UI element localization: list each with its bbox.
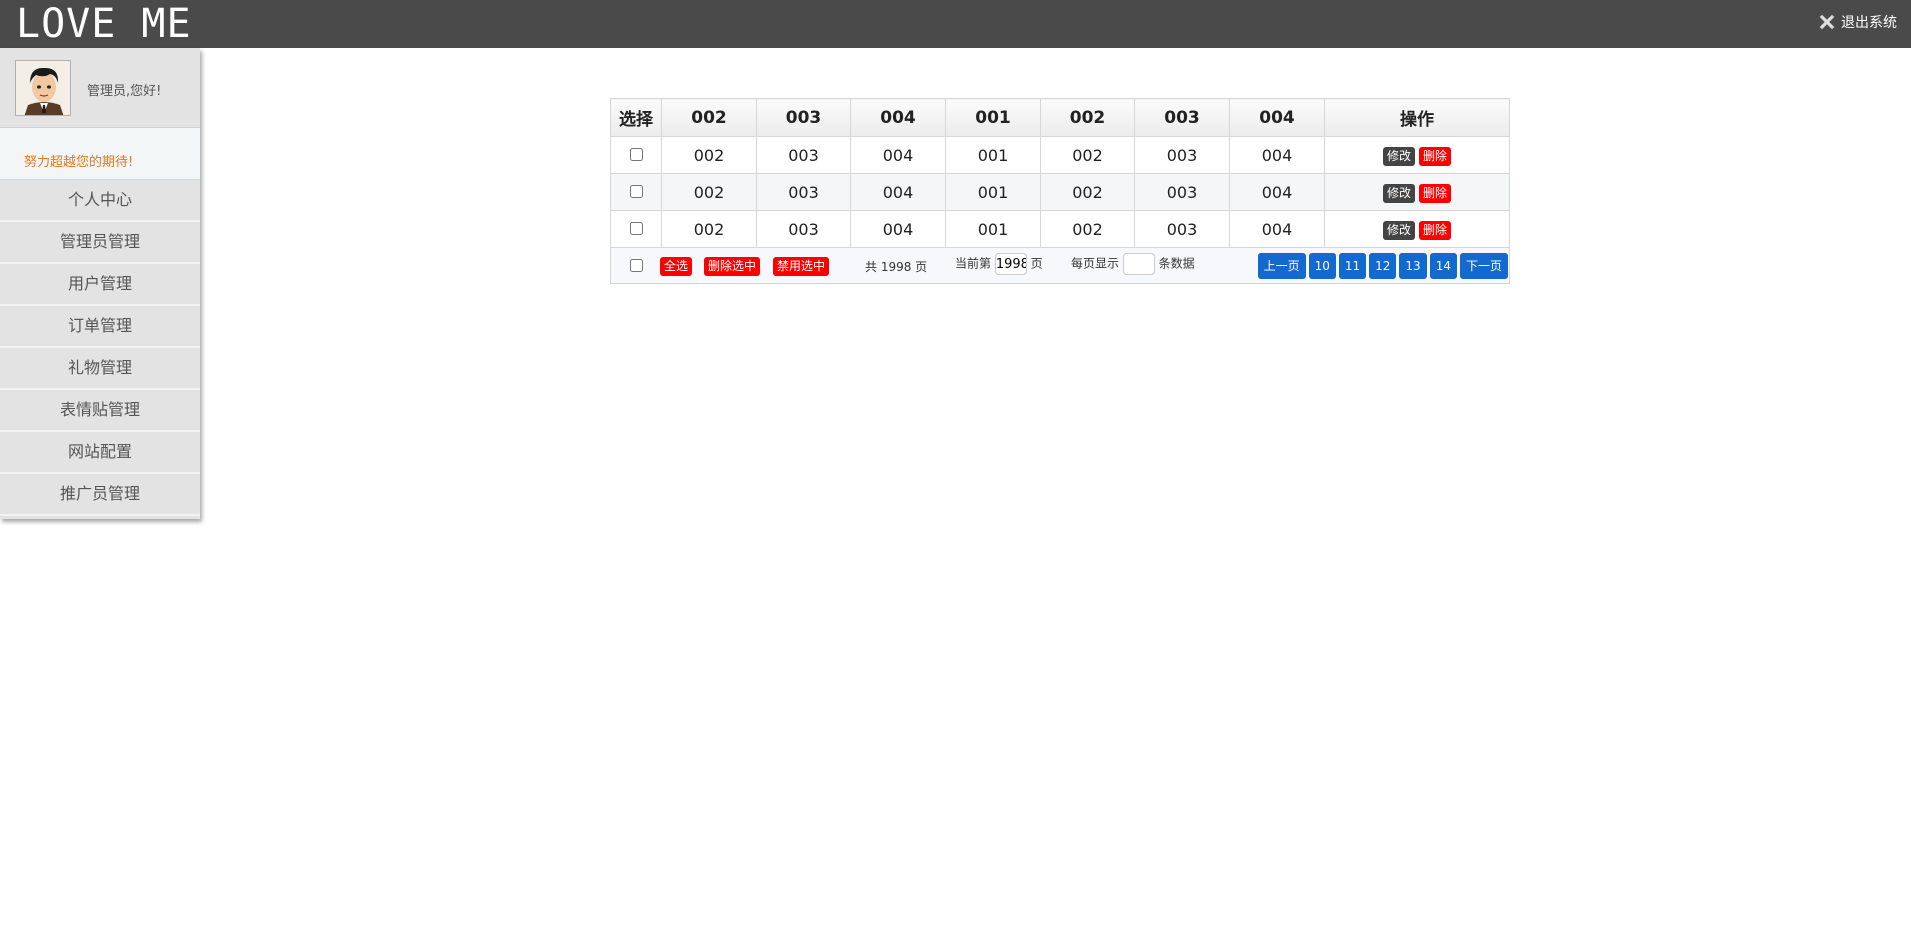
per-page-group: 每页显示 条数据	[1071, 253, 1195, 275]
row-select-cell	[610, 210, 662, 248]
row-checkbox[interactable]	[629, 184, 643, 198]
table-cell: 003	[1134, 173, 1230, 211]
page-button[interactable]: 13	[1399, 253, 1427, 279]
sidebar-item-admin-management[interactable]: 管理员管理	[0, 222, 200, 264]
data-table-panel: 选择 002 003 004 001 002 003 004 操作 002 00…	[610, 98, 1510, 284]
table-cell: 004	[1229, 136, 1325, 174]
total-pages-text: 共 1998 页	[865, 260, 928, 274]
delete-button[interactable]: 删除	[1419, 183, 1452, 203]
sidebar: 管理员,您好! 努力超越您的期待! 个人中心 管理员管理 用户管理 订单管理 礼…	[0, 48, 200, 519]
sidebar-item-personal-center[interactable]: 个人中心	[0, 180, 200, 222]
edit-button[interactable]: 修改	[1382, 146, 1415, 166]
sidebar-item-order-management[interactable]: 订单管理	[0, 306, 200, 348]
delete-selected-button[interactable]: 删除选中	[704, 257, 761, 276]
profile-panel: 管理员,您好!	[0, 48, 200, 128]
table-footer: 全选 删除选中 禁用选中 共 1998 页 当前第 页 每页显示 条数据 上一页…	[610, 248, 1510, 284]
page-button[interactable]: 11	[1338, 253, 1367, 279]
row-actions-cell: 修改 删除	[1324, 173, 1510, 211]
column-header: 003	[756, 98, 851, 137]
user-avatar-icon	[16, 61, 70, 115]
table-cell: 001	[945, 210, 1041, 248]
row-select-cell	[610, 173, 662, 211]
row-checkbox[interactable]	[629, 147, 643, 161]
pagination: 上一页 10 11 12 13 14 下一页	[1257, 253, 1508, 279]
data-table: 选择 002 003 004 001 002 003 004 操作 002 00…	[610, 98, 1510, 248]
logout-label: 退出系统	[1841, 15, 1897, 31]
table-cell: 004	[850, 210, 946, 248]
table-cell: 003	[756, 173, 851, 211]
table-cell: 003	[756, 210, 851, 248]
table-header-row: 选择 002 003 004 001 002 003 004 操作	[610, 98, 1510, 137]
table-row: 002 003 004 001 002 003 004 修改 删除	[610, 173, 1510, 211]
table-cell: 002	[1040, 136, 1135, 174]
table-cell: 002	[661, 136, 757, 174]
motto-panel: 努力超越您的期待!	[0, 128, 200, 180]
next-page-button[interactable]: 下一页	[1459, 253, 1508, 279]
per-page-prefix: 每页显示	[1071, 256, 1120, 271]
sidebar-item-promoter-management[interactable]: 推广员管理	[0, 474, 200, 516]
table-cell: 004	[1229, 173, 1325, 211]
prev-page-button[interactable]: 上一页	[1257, 253, 1306, 279]
column-header: 002	[1040, 98, 1135, 137]
table-cell: 004	[850, 173, 946, 211]
motto-text: 努力超越您的期待!	[24, 155, 134, 170]
sidebar-item-user-management[interactable]: 用户管理	[0, 264, 200, 306]
close-icon	[1819, 14, 1835, 30]
table-cell: 002	[661, 210, 757, 248]
disable-selected-button[interactable]: 禁用选中	[773, 257, 830, 276]
per-page-input[interactable]	[1122, 253, 1155, 275]
app-logo: LOVE ME	[16, 1, 192, 47]
avatar[interactable]	[15, 60, 71, 116]
page-button[interactable]: 10	[1308, 253, 1336, 279]
greeting-text: 管理员,您好!	[87, 84, 162, 99]
current-page-suffix: 页	[1030, 256, 1043, 271]
delete-button[interactable]: 删除	[1419, 220, 1452, 240]
table-cell: 004	[850, 136, 946, 174]
logout-button[interactable]: 退出系统	[1817, 12, 1897, 32]
top-bar: LOVE ME 退出系统	[0, 0, 1911, 48]
table-cell: 001	[945, 173, 1041, 211]
row-actions-cell: 修改 删除	[1324, 210, 1510, 248]
table-cell: 004	[1229, 210, 1325, 248]
row-select-cell	[610, 136, 662, 174]
sidebar-item-gift-management[interactable]: 礼物管理	[0, 348, 200, 390]
page-button[interactable]: 12	[1369, 253, 1397, 279]
per-page-suffix: 条数据	[1158, 256, 1195, 271]
current-page-input[interactable]	[994, 253, 1027, 275]
delete-button[interactable]: 删除	[1419, 146, 1452, 166]
row-actions-cell: 修改 删除	[1324, 136, 1510, 174]
column-header: 004	[1229, 98, 1325, 137]
table-cell: 003	[1134, 210, 1230, 248]
edit-button[interactable]: 修改	[1382, 220, 1415, 240]
current-page-prefix: 当前第	[955, 256, 992, 271]
table-cell: 003	[1134, 136, 1230, 174]
table-cell: 002	[1040, 173, 1135, 211]
select-all-button[interactable]: 全选	[660, 257, 693, 276]
column-header: 003	[1134, 98, 1230, 137]
table-row: 002 003 004 001 002 003 004 修改 删除	[610, 136, 1510, 174]
table-cell: 001	[945, 136, 1041, 174]
page-button[interactable]: 14	[1429, 253, 1457, 279]
current-page-group: 当前第 页	[955, 253, 1043, 275]
column-header-select: 选择	[610, 98, 662, 137]
column-header-actions: 操作	[1324, 98, 1510, 137]
row-checkbox[interactable]	[629, 221, 643, 235]
table-cell: 003	[756, 136, 851, 174]
sidebar-item-sticker-management[interactable]: 表情贴管理	[0, 390, 200, 432]
select-all-checkbox[interactable]	[630, 259, 643, 272]
column-header: 002	[661, 98, 757, 137]
column-header: 004	[850, 98, 946, 137]
sidebar-item-site-config[interactable]: 网站配置	[0, 432, 200, 474]
column-header: 001	[945, 98, 1041, 137]
table-cell: 002	[1040, 210, 1135, 248]
table-row: 002 003 004 001 002 003 004 修改 删除	[610, 210, 1510, 248]
table-cell: 002	[661, 173, 757, 211]
edit-button[interactable]: 修改	[1382, 183, 1415, 203]
